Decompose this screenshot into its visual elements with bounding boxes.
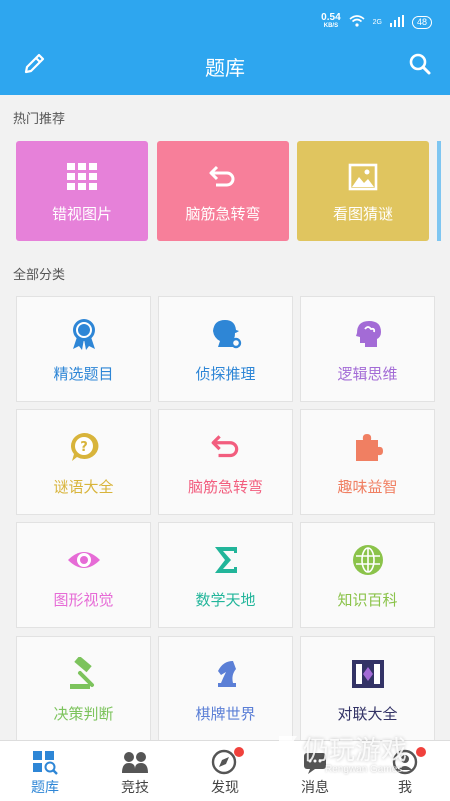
category-label: 决策判断 xyxy=(53,705,114,723)
category-label: 脑筋急转弯 xyxy=(187,478,263,496)
globe-icon xyxy=(351,543,385,581)
hot-card-label: 错视图片 xyxy=(51,205,112,223)
network-type: 2G xyxy=(372,18,382,26)
watermark-text: 仍玩游戏 xyxy=(303,736,408,766)
category-puzzle[interactable]: 趣味益智 xyxy=(300,409,435,515)
chess-knight-icon xyxy=(209,657,243,695)
category-knowledge[interactable]: 知识百科 xyxy=(300,522,435,628)
eye-icon xyxy=(66,548,102,576)
watermark-subtext: Rengwan Games xyxy=(325,764,403,775)
category-label: 趣味益智 xyxy=(337,478,398,496)
all-section-label: 全部分类 xyxy=(13,268,66,283)
battery-indicator: 48 xyxy=(411,15,432,29)
gavel-icon xyxy=(66,655,102,695)
category-label: 精选题目 xyxy=(53,365,114,383)
hot-card-illusion[interactable]: 错视图片 xyxy=(16,141,148,241)
category-logic[interactable]: 逻辑思维 xyxy=(300,296,435,402)
category-riddles[interactable]: ? 谜语大全 xyxy=(16,409,151,515)
undo-arrow-icon xyxy=(210,432,242,466)
signal-icon xyxy=(389,15,404,29)
category-brain-teaser[interactable]: 脑筋急转弯 xyxy=(158,409,293,515)
watermark: 仍玩游戏 Rengwan Games xyxy=(275,724,435,784)
puzzle-icon xyxy=(351,430,385,468)
tab-discover[interactable]: 发现 xyxy=(180,741,270,801)
tab-label: 竞技 xyxy=(121,780,149,796)
notification-badge xyxy=(234,747,244,757)
undo-arrow-icon xyxy=(208,163,238,195)
category-label: 数学天地 xyxy=(195,591,256,609)
category-math[interactable]: 数学天地 xyxy=(158,522,293,628)
brain-head-icon xyxy=(351,317,385,355)
category-label: 谜语大全 xyxy=(53,478,114,496)
category-chess[interactable]: 棋牌世界 xyxy=(158,636,293,742)
network-speed: 0.54 KB/S xyxy=(321,12,341,30)
category-detective[interactable]: 侦探推理 xyxy=(158,296,293,402)
app-header: 0.54 KB/S 2G 48 题库 xyxy=(0,0,450,95)
hot-section-label: 热门推荐 xyxy=(13,112,66,127)
category-label: 图形视觉 xyxy=(53,591,114,609)
svg-text:?: ? xyxy=(80,440,88,455)
category-label: 逻辑思维 xyxy=(337,365,398,383)
image-icon xyxy=(348,163,378,195)
search-button[interactable] xyxy=(406,52,434,80)
status-bar: 0.54 KB/S 2G 48 xyxy=(321,12,432,32)
award-ribbon-icon xyxy=(67,317,101,355)
question-bubble-icon: ? xyxy=(67,430,101,468)
couplet-icon xyxy=(350,658,386,694)
category-label: 对联大全 xyxy=(337,705,398,723)
tab-compete[interactable]: 竞技 xyxy=(90,741,180,801)
category-label: 棋牌世界 xyxy=(195,705,256,723)
category-featured[interactable]: 精选题目 xyxy=(16,296,151,402)
search-icon xyxy=(408,52,432,80)
compete-icon xyxy=(120,749,150,779)
watermark-logo-icon xyxy=(279,736,297,768)
page-title: 题库 xyxy=(205,56,245,80)
tab-label: 发现 xyxy=(211,780,239,796)
tab-library[interactable]: 题库 xyxy=(0,741,90,801)
sigma-icon xyxy=(211,544,241,580)
category-label: 知识百科 xyxy=(337,591,398,609)
hot-card-label: 看图猜谜 xyxy=(332,205,393,223)
grid-icon xyxy=(67,163,97,195)
category-decision[interactable]: 决策判断 xyxy=(16,636,151,742)
library-search-icon xyxy=(31,749,59,779)
wifi-icon xyxy=(349,15,365,29)
tab-label: 题库 xyxy=(31,780,59,796)
hot-card-brain-teaser[interactable]: 脑筋急转弯 xyxy=(157,141,289,241)
category-visual[interactable]: 图形视觉 xyxy=(16,522,151,628)
scroll-peek xyxy=(437,141,441,241)
hot-card-picture-riddle[interactable]: 看图猜谜 xyxy=(297,141,429,241)
detective-icon xyxy=(208,317,244,355)
category-label: 侦探推理 xyxy=(195,365,256,383)
hot-card-label: 脑筋急转弯 xyxy=(185,205,261,223)
